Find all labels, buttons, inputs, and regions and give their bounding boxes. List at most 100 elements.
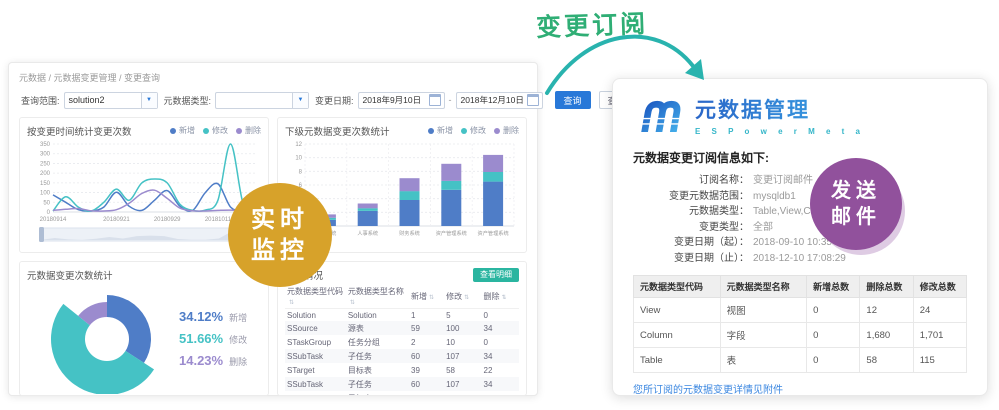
change-table: 元数据类型代码⇅ 元数据类型名称⇅ 新增⇅ 修改⇅ 删除⇅ SolutionSo… — [285, 284, 519, 396]
chevron-down-icon: ▼ — [292, 93, 308, 108]
line-chart-title: 按变更时间统计变更次数 — [27, 124, 132, 138]
stage: 元数据 / 元数据变更管理 / 变更查询 查询范围: solution2 ▼ 元… — [0, 0, 999, 410]
sort-icon: ⇅ — [502, 295, 507, 301]
espowermeta-m-icon — [633, 94, 685, 136]
legend-item[interactable]: 删除 — [236, 125, 261, 136]
svg-text:0: 0 — [47, 210, 51, 216]
column-header: 新增总数 — [807, 276, 860, 298]
scope-select[interactable]: solution2 ▼ — [64, 92, 158, 109]
scope-label: 查询范围: — [21, 94, 60, 107]
time-line-chart[interactable]: 0 50 100 150 200 250 300 350 20180914 20180921 201… — [27, 138, 262, 250]
legend-dot — [236, 128, 242, 134]
svg-text:人事系统: 人事系统 — [357, 229, 378, 237]
column-header: 删除总数 — [860, 276, 913, 298]
legend-dot — [203, 128, 209, 134]
date-to-input[interactable]: 2018年12月10日 — [456, 92, 543, 109]
info-row: 订阅名称：变更订阅邮件 — [633, 173, 967, 189]
change-donut-chart — [27, 282, 177, 394]
info-row: 变更类型：全部 — [633, 220, 967, 236]
table-row[interactable]: SolutionSolution150 — [285, 309, 519, 322]
donut-title: 元数据变更次数统计 — [27, 268, 113, 282]
chart-legend: 新增 修改 删除 — [428, 125, 519, 136]
table-row[interactable]: SSubTask子任务6010734 — [285, 377, 519, 391]
legend-item[interactable]: 新增 — [170, 125, 195, 136]
svg-text:150: 150 — [40, 181, 51, 187]
svg-text:350: 350 — [40, 142, 51, 148]
svg-text:8: 8 — [299, 169, 303, 175]
legend-dot — [494, 128, 500, 134]
column-header[interactable]: 删除⇅ — [482, 284, 519, 309]
logo-title: 元数据管理 — [695, 94, 865, 124]
arrow-head-icon — [685, 59, 704, 80]
view-detail-button[interactable]: 查看明细 — [473, 268, 519, 282]
stat-row: 34.12%新增 — [179, 309, 247, 324]
date-separator: - — [449, 95, 452, 105]
sort-icon: ⇅ — [464, 295, 469, 301]
email-panel: 元数据管理 E S P o w e r M e t a 元数据变更订阅信息如下:… — [612, 78, 988, 396]
column-header[interactable]: 元数据类型名称⇅ — [346, 284, 409, 309]
legend-dot — [428, 128, 434, 134]
stat-row: 14.23%删除 — [179, 353, 247, 368]
info-row: 元数据类型：Table,View,Column — [633, 204, 967, 220]
info-row: 变更元数据范围：mysqldb1 — [633, 189, 967, 205]
calendar-icon — [429, 94, 441, 106]
table-row: Table表058115 — [634, 348, 967, 373]
table-row: View视图01224 — [634, 298, 967, 323]
chart-legend: 新增 修改 删除 — [170, 125, 261, 136]
date-to-value: 2018年12月10日 — [457, 94, 527, 106]
legend-item[interactable]: 删除 — [494, 125, 519, 136]
svg-text:20181011: 20181011 — [205, 217, 232, 223]
table-row[interactable]: SSource源表5910034 — [285, 321, 519, 335]
svg-text:20180914: 20180914 — [40, 217, 67, 223]
chevron-down-icon: ▼ — [141, 93, 157, 108]
scope-select-value: solution2 — [65, 95, 141, 105]
table-row[interactable]: STaskGroup任务分组2100 — [285, 335, 519, 349]
table-row[interactable]: STarget目标表395822 — [285, 391, 519, 396]
column-header: 元数据类型代码 — [634, 276, 721, 298]
info-row: 变更日期（起）：2018-09-10 10:35:45 — [633, 235, 967, 251]
donut-card: 元数据变更次数统计 34.12%新增 51.66%修改 14.23%删除 — [19, 261, 269, 396]
svg-text:10: 10 — [295, 156, 302, 162]
svg-text:12: 12 — [295, 142, 302, 148]
legend-item[interactable]: 修改 — [203, 125, 228, 136]
legend-dot — [461, 128, 467, 134]
table-row: Column字段01,6801,701 — [634, 323, 967, 348]
type-select[interactable]: ▼ — [215, 92, 309, 109]
legend-item[interactable]: 修改 — [461, 125, 486, 136]
svg-text:50: 50 — [43, 200, 50, 206]
calendar-icon — [527, 94, 539, 106]
svg-text:200: 200 — [40, 171, 51, 177]
column-header: 修改总数 — [913, 276, 966, 298]
svg-text:250: 250 — [40, 161, 51, 167]
column-header: 元数据类型名称 — [720, 276, 807, 298]
legend-item[interactable]: 新增 — [428, 125, 453, 136]
legend-dot — [170, 128, 176, 134]
filter-bar: 查询范围: solution2 ▼ 元数据类型: ▼ 变更日期: 2018年9月… — [19, 91, 527, 109]
table-row[interactable]: SSubTask子任务6010734 — [285, 349, 519, 363]
svg-text:财务系统: 财务系统 — [399, 229, 420, 237]
column-header[interactable]: 新增⇅ — [409, 284, 444, 309]
table-row[interactable]: STarget目标表395822 — [285, 363, 519, 377]
breadcrumb: 元数据 / 元数据变更管理 / 变更查询 — [19, 71, 527, 84]
svg-text:100: 100 — [40, 191, 51, 197]
column-header[interactable]: 修改⇅ — [444, 284, 481, 309]
email-summary-table: 元数据类型代码 元数据类型名称 新增总数 删除总数 修改总数 View视图012… — [633, 275, 967, 373]
attachment-link[interactable]: 您所订阅的元数据变更详情见附件 — [633, 381, 783, 396]
date-from-value: 2018年9月10日 — [359, 94, 429, 106]
table-header-row: 元数据类型代码⇅ 元数据类型名称⇅ 新增⇅ 修改⇅ 删除⇅ — [285, 284, 519, 309]
table-header-row: 元数据类型代码 元数据类型名称 新增总数 删除总数 修改总数 — [634, 276, 967, 298]
svg-text:资产管理系统: 资产管理系统 — [478, 229, 509, 237]
svg-text:资产管理系统: 资产管理系统 — [436, 229, 467, 237]
type-label: 元数据类型: — [164, 94, 212, 107]
sort-icon: ⇅ — [429, 295, 434, 301]
column-header[interactable]: 元数据类型代码⇅ — [285, 284, 346, 309]
query-button[interactable]: 查询 — [555, 91, 591, 109]
svg-text:20180921: 20180921 — [103, 217, 130, 223]
arrow-label: 变更订阅 — [535, 4, 648, 44]
date-from-input[interactable]: 2018年9月10日 — [358, 92, 445, 109]
svg-text:300: 300 — [40, 152, 51, 158]
date-label: 变更日期: — [315, 94, 354, 107]
email-heading: 元数据变更订阅信息如下: — [633, 149, 967, 166]
sort-icon: ⇅ — [350, 300, 355, 306]
logo: 元数据管理 E S P o w e r M e t a — [633, 91, 967, 139]
